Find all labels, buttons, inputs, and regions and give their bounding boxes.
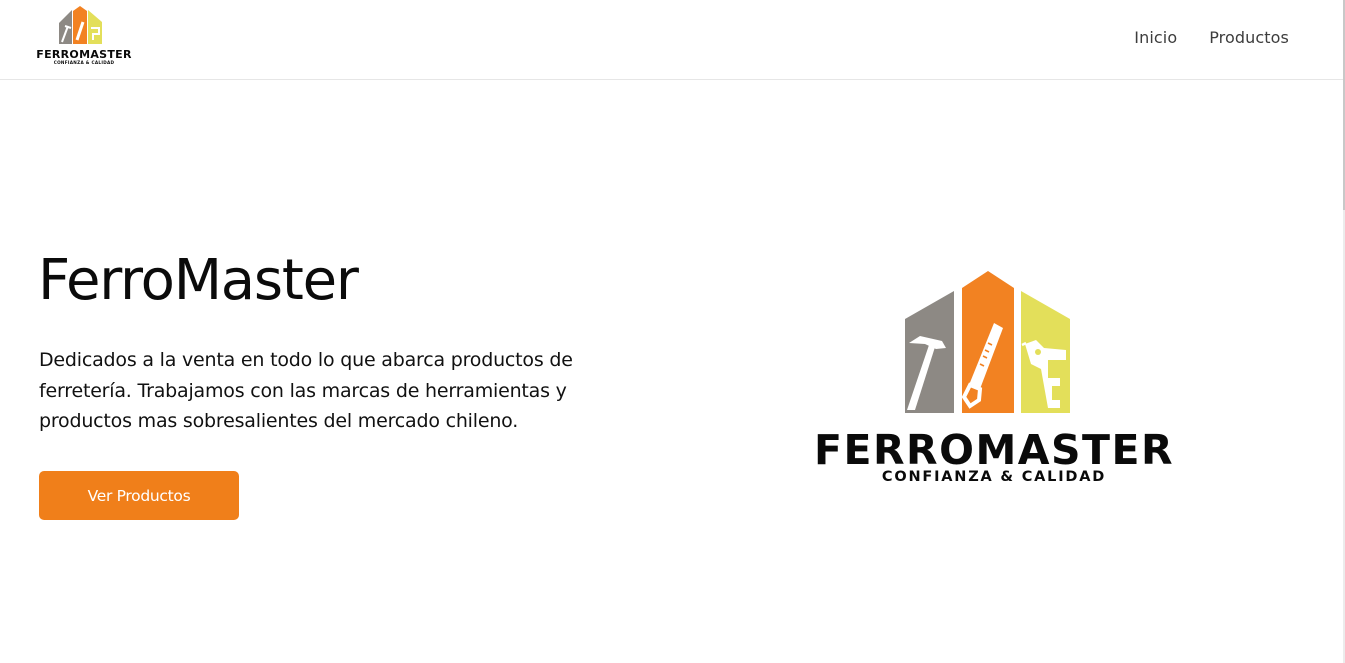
- logo-tagline: CONFIANZA & CALIDAD: [882, 469, 1106, 485]
- hero-title: FerroMaster: [38, 248, 359, 313]
- view-products-button[interactable]: Ver Productos: [39, 471, 239, 520]
- logo-wordmark: FERROMASTER: [814, 426, 1174, 474]
- hero-description: Dedicados a la venta en todo lo que abar…: [39, 349, 573, 432]
- nav-link-inicio[interactable]: Inicio: [1134, 28, 1177, 47]
- nav-link-productos[interactable]: Productos: [1209, 28, 1289, 47]
- main-nav: Inicio Productos: [1134, 28, 1289, 47]
- ferromaster-logo-small: FERROMASTER CONFIANZA & CALIDAD: [36, 6, 132, 65]
- ferromaster-logo-large: FERROMASTER CONFIANZA & CALIDAD: [814, 271, 1174, 485]
- navbar: FERROMASTER CONFIANZA & CALIDAD Inicio P…: [0, 0, 1343, 80]
- svg-text:CONFIANZA & CALIDAD: CONFIANZA & CALIDAD: [54, 60, 115, 65]
- brand-logo-link[interactable]: FERROMASTER CONFIANZA & CALIDAD: [31, 4, 137, 66]
- page: FERROMASTER CONFIANZA & CALIDAD Inicio P…: [0, 0, 1345, 663]
